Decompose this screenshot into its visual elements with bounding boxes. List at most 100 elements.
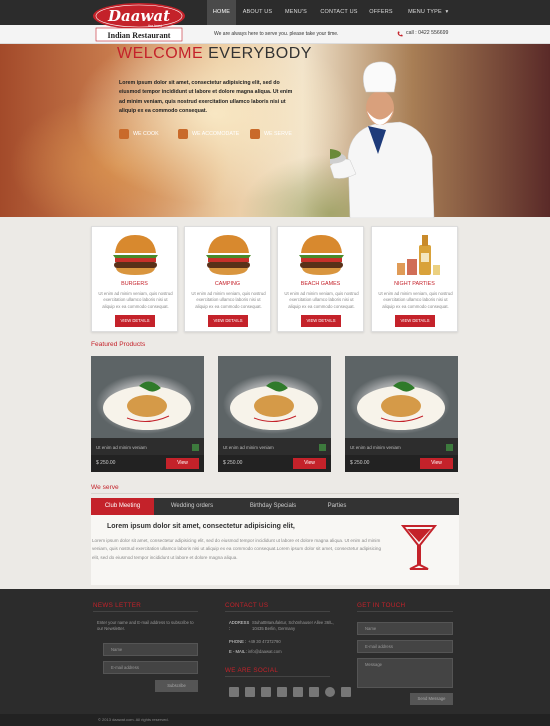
- nav-contact-us[interactable]: CONTACT US: [318, 0, 360, 25]
- subscribe-button[interactable]: Subscribe: [155, 680, 198, 692]
- product-caption: Ut enim ad minim veniam: [350, 445, 401, 450]
- cocktail-glass-icon: [400, 525, 438, 570]
- product-image[interactable]: [91, 356, 204, 438]
- twitter-icon[interactable]: [245, 687, 255, 697]
- copyright-bar: © 2013 daawat.com. All rights reserved.: [0, 714, 550, 726]
- feature-label: WE COOK: [133, 131, 159, 137]
- logo[interactable]: Daawat the feast Indian Restaurant: [92, 2, 186, 42]
- nav-offers[interactable]: OFFERS: [365, 0, 397, 25]
- phone-value: +49 30 47372790: [248, 639, 281, 644]
- product-image[interactable]: [345, 356, 458, 438]
- add-icon[interactable]: [446, 444, 453, 451]
- skype-icon[interactable]: [325, 687, 335, 697]
- product-caption: Ut enim ad minim veniam: [223, 445, 274, 450]
- touch-email-input[interactable]: E-mail address: [357, 640, 453, 653]
- product-image[interactable]: [218, 356, 331, 438]
- view-button[interactable]: View: [293, 458, 326, 469]
- newsletter-email-input[interactable]: E-mail address: [103, 661, 198, 674]
- touch-name-input[interactable]: Name: [357, 622, 453, 635]
- tab-club-meeting[interactable]: Club Meeting: [91, 498, 154, 515]
- nav-menus[interactable]: MENU'S: [280, 0, 312, 25]
- serve-heading: Lorem ipsum dolor sit amet, consectetur …: [107, 523, 295, 530]
- pinterest-icon[interactable]: [293, 687, 303, 697]
- we-serve-title: We serve: [91, 484, 119, 491]
- dish-graphic: [103, 381, 191, 430]
- nav-home[interactable]: HOME: [207, 0, 236, 25]
- cook-icon: [119, 129, 129, 139]
- tagline: We are always here to serve you. please …: [214, 31, 339, 37]
- divider: [357, 611, 453, 612]
- card-title: BEACH GAMES: [300, 281, 341, 287]
- add-icon[interactable]: [319, 444, 326, 451]
- view-details-button[interactable]: VIEW DETAILS: [301, 315, 341, 327]
- card-night-parties: NIGHT PARTIES Ut enim ad minim veniam, q…: [371, 226, 458, 332]
- address-label: ADDRESS :: [229, 620, 250, 632]
- card-text: Ut enim ad minim veniam, quis nostrud ex…: [191, 291, 266, 309]
- add-icon[interactable]: [192, 444, 199, 451]
- product-price: $ 250.00: [350, 460, 370, 466]
- logo-sub: Indian Restaurant: [108, 31, 171, 40]
- card-text: Ut enim ad minim veniam, quis nostrud ex…: [98, 291, 173, 309]
- facebook-icon[interactable]: [229, 687, 239, 697]
- card-title: NIGHT PARTIES: [394, 281, 435, 287]
- tab-birthday-specials[interactable]: Birthday Specials: [240, 498, 306, 515]
- touch-message-input[interactable]: Message: [357, 658, 453, 688]
- phone-label: PHONE :: [229, 639, 247, 644]
- social-title: WE ARE SOCIAL: [225, 667, 279, 674]
- tab-wedding-orders[interactable]: Wedding orders: [160, 498, 224, 515]
- serve-text: Lorem ipsum dolor sit amet, consectetur …: [92, 538, 382, 560]
- linkedin-icon[interactable]: [261, 687, 271, 697]
- nav-about-us[interactable]: ABOUT US: [240, 0, 275, 25]
- contact-title: CONTACT US: [225, 602, 269, 609]
- googleplus-icon[interactable]: [277, 687, 287, 697]
- top-nav-bar: [0, 0, 550, 25]
- card-beach-games: BEACH GAMES Ut enim ad minim veniam, qui…: [277, 226, 364, 332]
- yahoo-icon[interactable]: [309, 687, 319, 697]
- product-card: Ut enim ad minim veniam $ 250.00 View: [218, 356, 331, 472]
- feature-we-serve: WE SERVE: [250, 129, 292, 139]
- accomodate-icon: [178, 129, 188, 139]
- hero-text: Lorem ipsum dolor sit amet, consectetur …: [119, 80, 293, 114]
- divider: [91, 493, 459, 494]
- logo-tag: the feast: [148, 24, 161, 28]
- android-icon[interactable]: [341, 687, 351, 697]
- tab-parties[interactable]: Parties: [318, 498, 356, 515]
- view-button[interactable]: View: [420, 458, 453, 469]
- feature-label: WE ACCOMODATE: [192, 131, 240, 137]
- view-button[interactable]: View: [166, 458, 199, 469]
- view-details-button[interactable]: VIEW DETAILS: [208, 315, 248, 327]
- dish-graphic: [230, 381, 318, 430]
- burger-image: [113, 235, 158, 275]
- product-price: $ 250.00: [96, 460, 116, 466]
- serve-icon: [250, 129, 260, 139]
- chevron-down-icon[interactable]: ▾: [442, 0, 452, 25]
- featured-title: Featured Products: [91, 341, 146, 348]
- divider: [225, 676, 330, 677]
- drinks-image: [397, 235, 440, 275]
- divider: [225, 611, 330, 612]
- feature-we-accomodate: WE ACCOMODATE: [178, 129, 239, 139]
- email-label: E - MAIL :: [229, 649, 248, 654]
- dish-graphic: [357, 381, 445, 430]
- card-title: CAMPING: [214, 281, 241, 287]
- hero-title-b: EVERYBODY: [208, 45, 312, 62]
- burger-image: [299, 235, 344, 275]
- address-value: StuhattManufaktur, Schönhauser Allee 36/…: [252, 620, 334, 632]
- burger-image: [206, 235, 251, 275]
- card-text: Ut enim ad minim veniam, quis nostrud ex…: [284, 291, 359, 309]
- newsletter-name-input[interactable]: Name: [103, 643, 198, 656]
- product-caption: Ut enim ad minim veniam: [96, 445, 147, 450]
- call-number: call : 0422 556699: [406, 30, 449, 36]
- email-value[interactable]: info@daawat.com: [248, 649, 282, 655]
- card-camping: CAMPING Ut enim ad minim veniam, quis no…: [184, 226, 271, 332]
- card-title: BURGERS: [121, 281, 148, 287]
- divider: [93, 611, 198, 612]
- nav-menu-type[interactable]: MENU TYPE: [408, 0, 442, 25]
- send-message-button[interactable]: Send Message: [410, 693, 453, 705]
- feature-label: WE SERVE: [264, 131, 292, 137]
- chef-image: [330, 61, 435, 218]
- view-details-button[interactable]: VIEW DETAILS: [115, 315, 155, 327]
- product-card: Ut enim ad minim veniam $ 250.00 View: [345, 356, 458, 472]
- feature-we-cook: WE COOK: [119, 129, 159, 139]
- view-details-button[interactable]: VIEW DETAILS: [395, 315, 435, 327]
